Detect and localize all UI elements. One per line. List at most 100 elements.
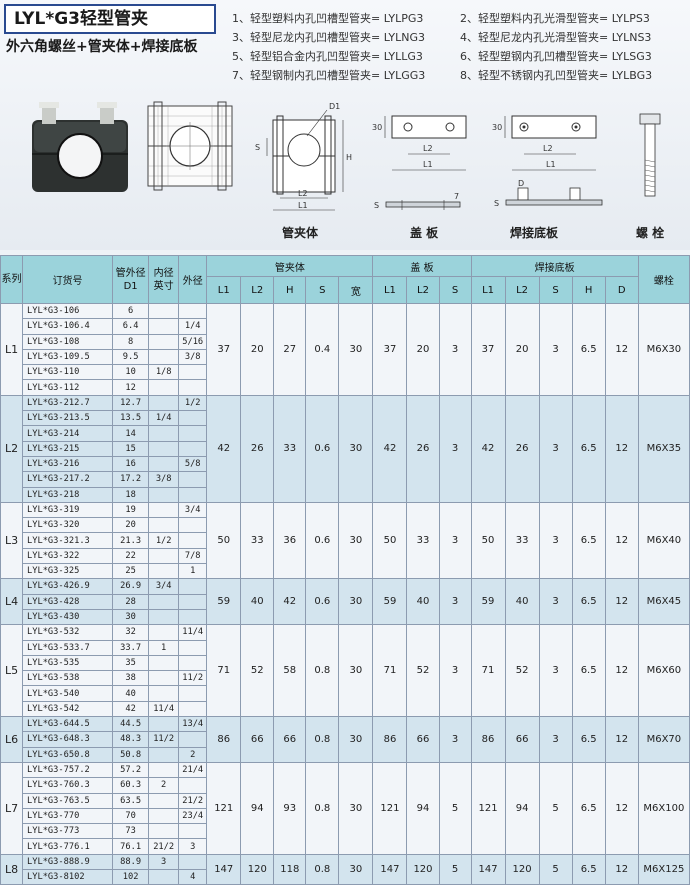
inch-inner-cell bbox=[148, 302, 180, 320]
od-cell: 32 bbox=[112, 624, 150, 641]
dim-cell: 120 bbox=[406, 853, 440, 885]
dim-cell: 5 bbox=[438, 761, 472, 855]
od-cell: 26.9 bbox=[112, 578, 150, 595]
caption-cover: 盖 板 bbox=[410, 226, 439, 240]
dim-cell: 33 bbox=[406, 501, 440, 580]
dim-cell: 36 bbox=[273, 501, 307, 580]
dim-cell: 3 bbox=[438, 394, 472, 503]
inch-outer-cell bbox=[178, 608, 208, 626]
od-cell: 9.5 bbox=[112, 348, 150, 366]
dim-cell: 20 bbox=[240, 303, 275, 396]
dim-cell: 147 bbox=[206, 853, 242, 885]
od-cell: 70 bbox=[112, 807, 150, 825]
inch-inner-cell bbox=[148, 455, 180, 473]
order-code-cell: LYL*G3-535 bbox=[22, 654, 114, 672]
order-code-cell: LYL*G3-218 bbox=[22, 486, 114, 503]
inch-inner-cell bbox=[148, 440, 180, 457]
dim-cell: 6.5 bbox=[571, 303, 606, 396]
dim-cell: 59 bbox=[372, 578, 408, 626]
dim-cell: 118 bbox=[273, 853, 307, 885]
dim-h: H bbox=[346, 153, 352, 162]
dim-cell: 26 bbox=[406, 394, 440, 503]
dim-cell: 147 bbox=[372, 853, 408, 885]
order-code-cell: LYL*G3-217.2 bbox=[22, 471, 114, 488]
dim-cell: 37 bbox=[372, 303, 408, 396]
inch-inner-cell bbox=[148, 318, 180, 335]
bolt-drawing bbox=[639, 113, 661, 197]
inch-outer-cell bbox=[178, 410, 208, 427]
dim-cell: 42 bbox=[470, 394, 506, 503]
od-cell: 8 bbox=[112, 333, 150, 350]
dim-cell: 30 bbox=[338, 394, 374, 503]
inch-outer-cell: 21/4 bbox=[178, 761, 208, 779]
bolt-cell: M6X125 bbox=[637, 853, 690, 885]
od-cell: 38 bbox=[112, 670, 150, 687]
dim-cell: 0.8 bbox=[305, 853, 340, 885]
dim-cell: 33 bbox=[504, 501, 540, 580]
clamp-photo bbox=[32, 102, 128, 192]
bolt-cell: M6X100 bbox=[637, 761, 690, 855]
inch-inner-cell bbox=[148, 716, 180, 733]
dim-cell: 58 bbox=[273, 624, 307, 718]
inch-inner-cell bbox=[148, 670, 180, 687]
od-cell: 13.5 bbox=[112, 410, 150, 427]
dim-cell: 5 bbox=[538, 761, 573, 855]
od-cell: 102 bbox=[112, 868, 150, 885]
od-cell: 16 bbox=[112, 455, 150, 473]
dim-cell: 12 bbox=[604, 578, 639, 626]
dim-cell: 71 bbox=[470, 624, 506, 718]
inch-outer-cell bbox=[178, 517, 208, 534]
col-outer-diameter: 管外径 D1 bbox=[112, 255, 150, 304]
order-code-cell: LYL*G3-538 bbox=[22, 670, 114, 687]
col-dim: L2 bbox=[504, 276, 540, 304]
inch-outer-cell bbox=[178, 731, 208, 748]
col-dim: S bbox=[438, 276, 472, 304]
order-code-cell: LYL*G3-109.5 bbox=[22, 348, 114, 366]
od-cell: 17.2 bbox=[112, 471, 150, 488]
dim-cell: 121 bbox=[206, 761, 242, 855]
od-cell: 14 bbox=[112, 425, 150, 442]
dim-cell: 12 bbox=[604, 501, 639, 580]
dim-cell: 30 bbox=[338, 303, 374, 396]
inch-inner-cell: 1/8 bbox=[148, 364, 180, 381]
dim-cell: 6.5 bbox=[571, 624, 606, 718]
inch-inner-cell bbox=[148, 761, 180, 779]
col-bolt: 螺栓 bbox=[637, 255, 690, 304]
inch-inner-cell: 3/4 bbox=[148, 578, 180, 595]
order-code-cell: LYL*G3-110 bbox=[22, 364, 114, 381]
dim-l1: L1 bbox=[423, 160, 433, 169]
od-cell: 50.8 bbox=[112, 746, 150, 763]
order-code-cell: LYL*G3-320 bbox=[22, 517, 114, 534]
dim-cell: 66 bbox=[406, 716, 440, 763]
model-item: 4、轻型尼龙内孔光滑型管夹= LYLNS3 bbox=[460, 31, 652, 44]
dim-cell: 59 bbox=[206, 578, 242, 626]
dim-cell: 42 bbox=[206, 394, 242, 503]
od-cell: 57.2 bbox=[112, 761, 150, 779]
od-cell: 18 bbox=[112, 486, 150, 503]
dim-s: S bbox=[494, 199, 499, 208]
inch-outer-cell bbox=[178, 379, 208, 396]
od-cell: 19 bbox=[112, 501, 150, 519]
od-cell: 10 bbox=[112, 364, 150, 381]
series-cell: L4 bbox=[0, 578, 24, 626]
inch-inner-cell bbox=[148, 333, 180, 350]
col-dim: L2 bbox=[406, 276, 440, 304]
inch-outer-cell bbox=[178, 823, 208, 840]
inch-outer-cell: 11/4 bbox=[178, 624, 208, 641]
dim-cell: 120 bbox=[504, 853, 540, 885]
dim-cell: 52 bbox=[504, 624, 540, 718]
col-series: 系列 bbox=[0, 255, 24, 304]
model-item: 6、轻型塑钢内孔凹槽型管夹= LYLSG3 bbox=[460, 50, 652, 63]
od-cell: 35 bbox=[112, 654, 150, 672]
col-dim: S bbox=[305, 276, 340, 304]
dim-cell: 71 bbox=[206, 624, 242, 718]
dim-cell: 50 bbox=[206, 501, 242, 580]
inch-inner-cell bbox=[148, 348, 180, 366]
inch-outer-cell bbox=[178, 777, 208, 794]
series-cell: L2 bbox=[0, 394, 24, 503]
table-row: L8 LYL*G3-888.9 88.9 3 147 120 118 0.8 30 147 120 5… bbox=[0, 853, 690, 885]
order-code-cell: LYL*G3-428 bbox=[22, 593, 114, 610]
order-code-cell: LYL*G3-760.3 bbox=[22, 777, 114, 794]
order-code-cell: LYL*G3-106.4 bbox=[22, 318, 114, 335]
order-code-cell: LYL*G3-321.3 bbox=[22, 532, 114, 549]
